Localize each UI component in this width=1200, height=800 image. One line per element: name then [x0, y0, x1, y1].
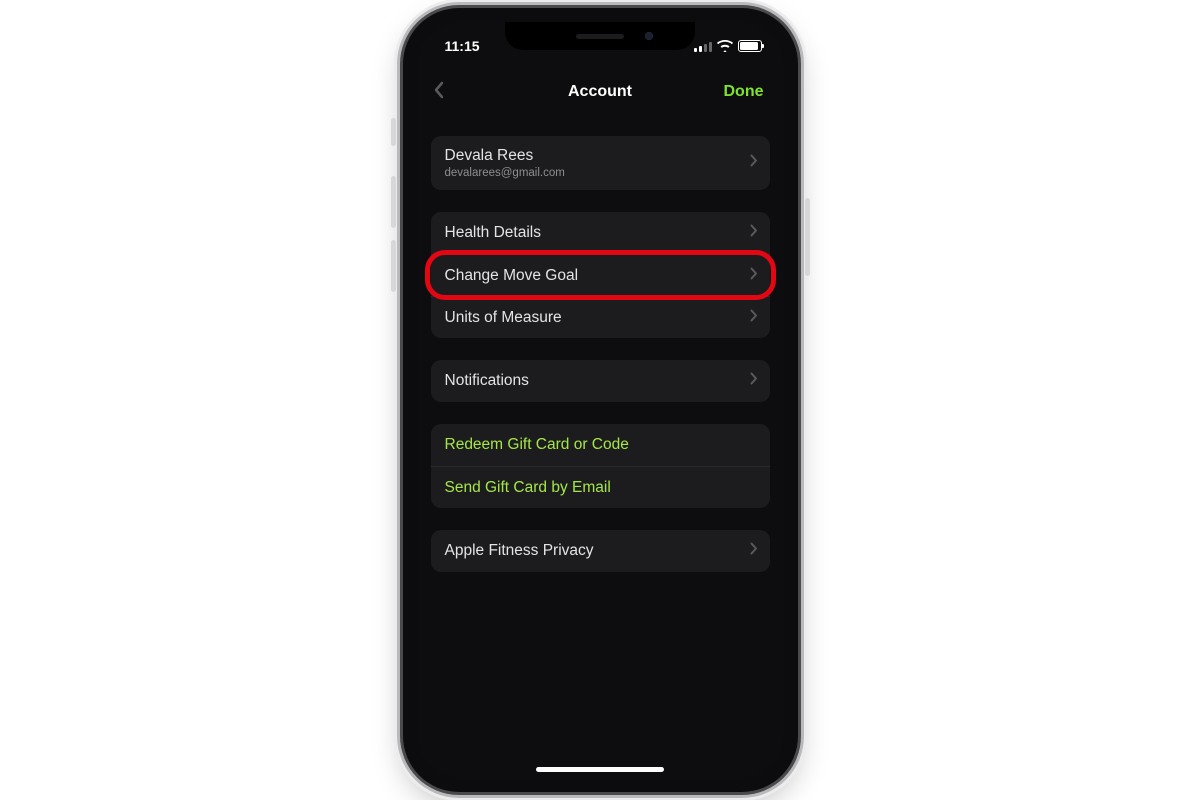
- back-chevron-icon[interactable]: [433, 81, 445, 104]
- chevron-right-icon: [750, 309, 758, 327]
- content-area: Account Done Devala Rees devalarees@gmai…: [417, 70, 784, 778]
- profile-name: Devala Rees: [445, 147, 736, 165]
- row-label: Send Gift Card by Email: [445, 479, 736, 497]
- chevron-right-icon: [750, 372, 758, 390]
- privacy-group: Apple Fitness Privacy: [431, 530, 770, 572]
- gift-group: Redeem Gift Card or Code Send Gift Card …: [431, 424, 770, 508]
- chevron-right-icon: [750, 224, 758, 242]
- mute-switch[interactable]: [391, 118, 396, 146]
- health-group: Health Details Change Move Goal Units of…: [431, 212, 770, 338]
- notifications-group: Notifications: [431, 360, 770, 402]
- chevron-right-icon: [750, 542, 758, 560]
- cellular-signal-icon: [694, 40, 712, 52]
- profile-email: devalarees@gmail.com: [445, 167, 736, 179]
- change-move-goal-row[interactable]: Change Move Goal: [431, 254, 770, 296]
- notifications-row[interactable]: Notifications: [431, 360, 770, 402]
- row-label: Notifications: [445, 372, 736, 390]
- row-label: Apple Fitness Privacy: [445, 542, 736, 560]
- power-button[interactable]: [805, 198, 810, 276]
- volume-up-button[interactable]: [391, 176, 396, 228]
- iphone-frame: 11:15 Account Done: [403, 8, 798, 792]
- row-label: Change Move Goal: [445, 267, 736, 285]
- chevron-right-icon: [750, 154, 758, 172]
- volume-down-button[interactable]: [391, 240, 396, 292]
- row-label: Redeem Gift Card or Code: [445, 436, 736, 454]
- profile-row[interactable]: Devala Rees devalarees@gmail.com: [431, 136, 770, 190]
- row-label: Health Details: [445, 224, 736, 242]
- health-details-row[interactable]: Health Details: [431, 212, 770, 254]
- done-button[interactable]: Done: [724, 83, 764, 101]
- notch: [505, 22, 695, 50]
- home-indicator[interactable]: [536, 767, 664, 772]
- status-time: 11:15: [445, 38, 480, 54]
- nav-title: Account: [568, 83, 632, 101]
- redeem-gift-card-row[interactable]: Redeem Gift Card or Code: [431, 424, 770, 466]
- chevron-right-icon: [750, 267, 758, 285]
- units-of-measure-row[interactable]: Units of Measure: [431, 296, 770, 338]
- row-label: Units of Measure: [445, 309, 736, 327]
- apple-fitness-privacy-row[interactable]: Apple Fitness Privacy: [431, 530, 770, 572]
- battery-icon: [738, 40, 762, 52]
- profile-group: Devala Rees devalarees@gmail.com: [431, 136, 770, 190]
- screen: 11:15 Account Done: [417, 22, 784, 778]
- earpiece-speaker: [576, 34, 624, 39]
- wifi-icon: [717, 40, 733, 52]
- front-camera: [645, 32, 653, 40]
- nav-bar: Account Done: [431, 70, 770, 114]
- send-gift-card-row[interactable]: Send Gift Card by Email: [431, 466, 770, 508]
